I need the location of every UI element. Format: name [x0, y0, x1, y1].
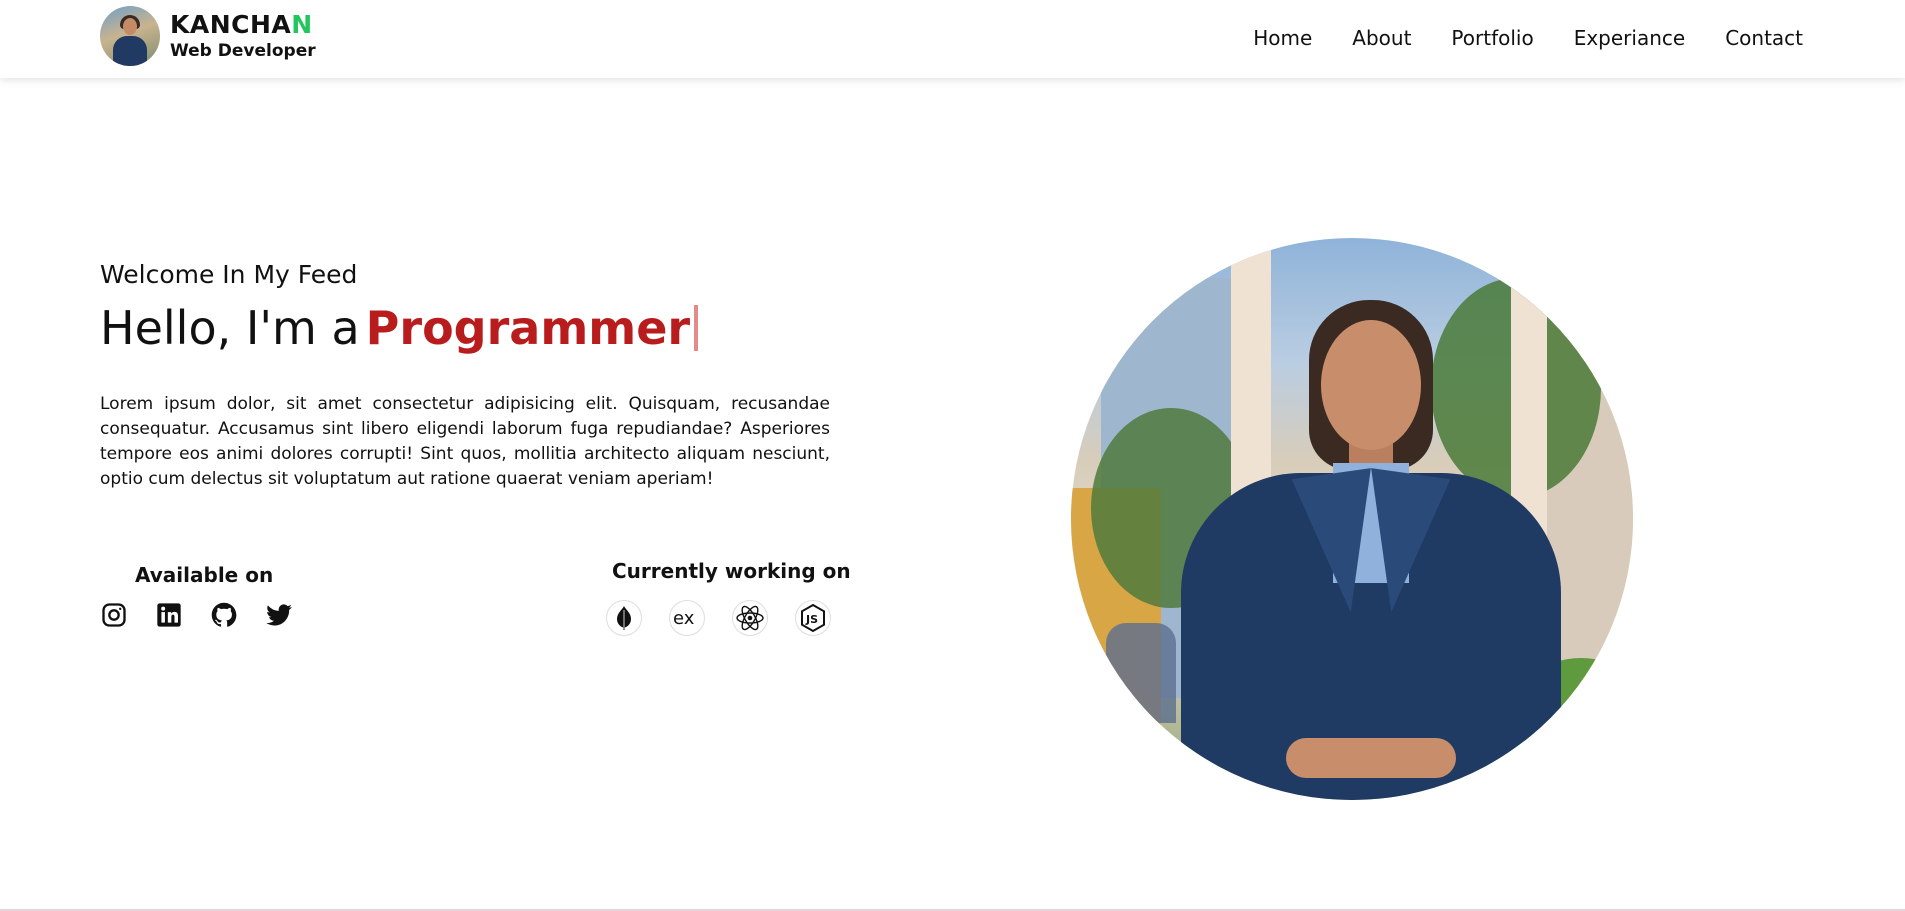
nav-experiance[interactable]: Experiance	[1574, 24, 1685, 52]
instagram-icon[interactable]	[100, 601, 128, 629]
brand-name-accent: N	[291, 10, 313, 39]
avatar	[100, 6, 160, 66]
mongodb-icon	[606, 600, 642, 636]
main-nav: Home About Portfolio Experiance Contact	[1253, 24, 1803, 52]
express-icon: ex	[669, 600, 705, 636]
social-links	[100, 601, 293, 629]
brand-subtitle: Web Developer	[170, 41, 316, 61]
nav-contact[interactable]: Contact	[1725, 24, 1803, 52]
hero-greeting: Hello, I'm a	[100, 301, 360, 355]
profile-photo	[1071, 238, 1633, 800]
welcome-text: Welcome In My Feed	[100, 260, 358, 289]
typing-cursor	[694, 305, 699, 351]
currently-working-title: Currently working on	[612, 559, 851, 583]
svg-text:ex: ex	[673, 608, 695, 628]
tech-stack: ex JS	[606, 600, 831, 636]
nav-about[interactable]: About	[1352, 24, 1411, 52]
hero-heading: Hello, I'm a Programmer	[100, 298, 699, 358]
brand-name-main: KANCHA	[170, 10, 292, 39]
site-header: KANCHAN Web Developer Home About Portfol…	[0, 0, 1905, 78]
brand-text: KANCHAN Web Developer	[170, 10, 316, 62]
react-icon	[732, 600, 768, 636]
linkedin-icon[interactable]	[155, 601, 183, 629]
github-icon[interactable]	[210, 601, 238, 629]
nav-home[interactable]: Home	[1253, 24, 1312, 52]
brand[interactable]: KANCHAN Web Developer	[100, 6, 316, 66]
nodejs-icon: JS	[795, 600, 831, 636]
nav-portfolio[interactable]: Portfolio	[1451, 24, 1533, 52]
hero-description: Lorem ipsum dolor, sit amet consectetur …	[100, 394, 830, 489]
twitter-icon[interactable]	[265, 601, 293, 629]
svg-text:JS: JS	[805, 613, 818, 626]
brand-name: KANCHAN	[170, 10, 316, 40]
available-on-title: Available on	[135, 563, 274, 587]
hero-role: Programmer	[365, 301, 691, 355]
